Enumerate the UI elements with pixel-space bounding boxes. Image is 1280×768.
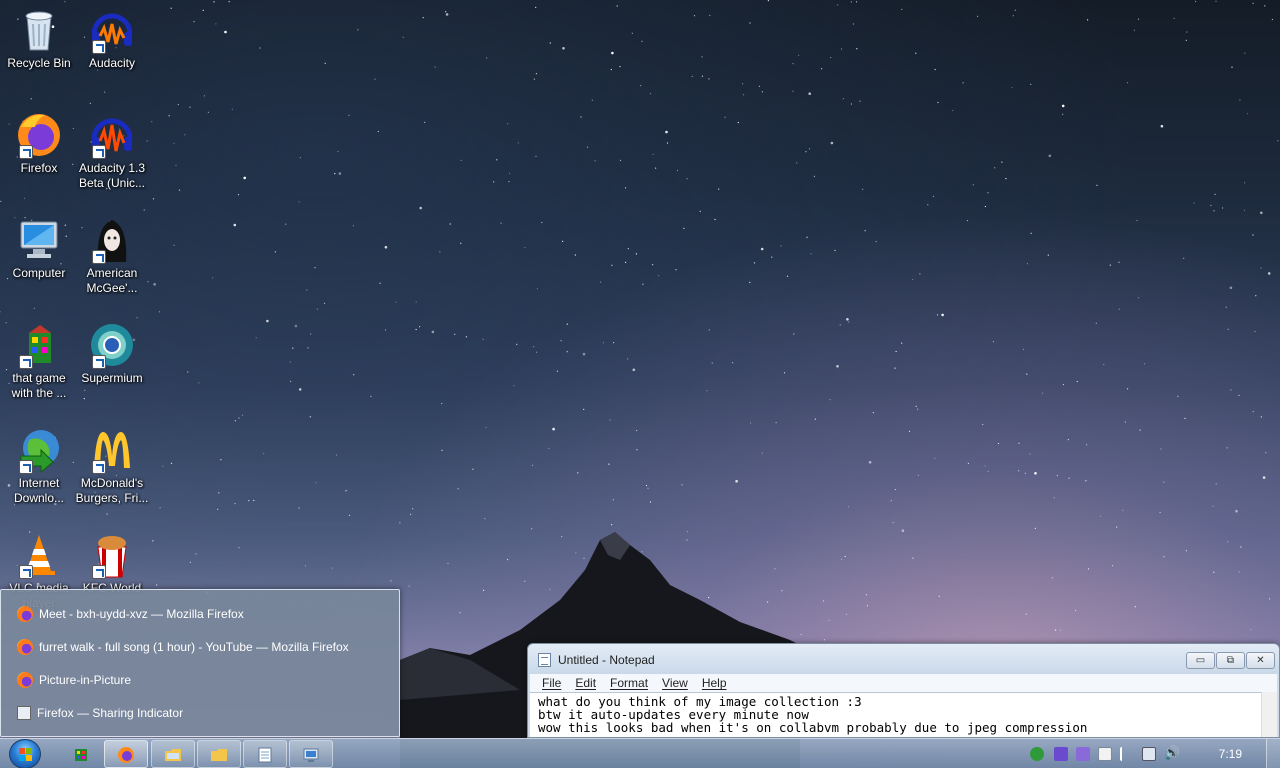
- desktop-icon-american-mcgee[interactable]: American McGee'...: [73, 216, 151, 296]
- desktop-icon-label: Audacity 1.3 Beta (Unic...: [78, 161, 146, 190]
- notepad-title-bar[interactable]: Untitled - Notepad ▭ ⧉ ✕: [528, 644, 1279, 674]
- firefox-icon: [17, 672, 33, 688]
- desktop-icon-mcdonalds[interactable]: McDonald's Burgers, Fri...: [73, 426, 151, 506]
- taskbar-button-folder[interactable]: [197, 740, 241, 768]
- network-icon[interactable]: [1142, 747, 1156, 761]
- menu-format[interactable]: Format: [610, 674, 648, 692]
- notepad-text-area[interactable]: what do you think of my image collection…: [530, 692, 1277, 737]
- supermium-icon: [88, 321, 136, 369]
- window-list-item-pip[interactable]: Picture-in-Picture: [17, 668, 387, 692]
- firefox-icon: [118, 747, 134, 763]
- taskbar-button-notepad[interactable]: [243, 740, 287, 768]
- window-list-item-label: Meet - bxh-uydd-xvz — Mozilla Firefox: [39, 607, 244, 621]
- desktop-icon-audacity-beta[interactable]: Audacity 1.3 Beta (Unic...: [73, 111, 151, 191]
- shortcut-arrow-icon: [19, 460, 33, 474]
- shortcut-arrow-icon: [92, 250, 106, 264]
- folder-icon: [165, 749, 181, 761]
- window-list-item-youtube[interactable]: furret walk - full song (1 hour) - YouTu…: [17, 635, 387, 659]
- notepad-icon: [258, 747, 272, 763]
- desktop-icon-label: Computer: [12, 266, 66, 280]
- desktop-icon-label: that game with the ...: [11, 371, 67, 400]
- volume-icon[interactable]: 🔊: [1164, 747, 1180, 761]
- shortcut-arrow-icon: [92, 460, 106, 474]
- menu-edit[interactable]: Edit: [575, 674, 596, 692]
- window-list-item-label: Picture-in-Picture: [39, 673, 132, 687]
- window-list-item-sharing-indicator[interactable]: Firefox — Sharing Indicator: [17, 701, 387, 725]
- menu-bar: File Edit Format View Help: [530, 674, 1277, 692]
- window-icon: [17, 706, 31, 720]
- window-title: Untitled - Notepad: [558, 653, 655, 667]
- menu-help[interactable]: Help: [702, 674, 727, 692]
- document-icon[interactable]: [1098, 747, 1112, 761]
- firefox-icon: [17, 639, 33, 655]
- close-button[interactable]: ✕: [1246, 652, 1275, 669]
- desktop-icon-audacity[interactable]: Audacity: [73, 6, 151, 71]
- desktop-icon-label: Audacity: [88, 56, 136, 70]
- desktop-icon-label: American McGee'...: [86, 266, 138, 295]
- audacity-icon: [88, 6, 136, 54]
- game-icon: [15, 321, 63, 369]
- maximize-button[interactable]: ⧉: [1216, 652, 1245, 669]
- desktop-icon-label: Internet Downlo...: [13, 476, 65, 505]
- desktop-icon-internet-download[interactable]: Internet Downlo...: [0, 426, 78, 506]
- taskbar-button-explorer[interactable]: [151, 740, 195, 768]
- microphone-icon[interactable]: [1054, 747, 1068, 761]
- desktop-icon-label: Firefox: [20, 161, 58, 175]
- shortcut-arrow-icon: [92, 145, 106, 159]
- firefox-icon: [17, 606, 33, 622]
- show-desktop-button[interactable]: [1266, 739, 1280, 768]
- desktop-icon-kfc[interactable]: KFC World: [73, 531, 151, 596]
- folder-icon: [211, 749, 227, 761]
- desktop-icon-label: Supermium: [81, 371, 143, 385]
- window-list-item-meet[interactable]: Meet - bxh-uydd-xvz — Mozilla Firefox: [17, 602, 387, 626]
- shortcut-arrow-icon: [19, 355, 33, 369]
- audacity-beta-icon: [88, 111, 136, 159]
- menu-file[interactable]: File: [542, 674, 561, 692]
- computer-icon: [15, 216, 63, 264]
- firefox-window-list-popup: Meet - bxh-uydd-xvz — Mozilla Firefox fu…: [0, 589, 400, 737]
- mcdonalds-icon: [88, 426, 136, 474]
- desktop-icon-supermium[interactable]: Supermium: [73, 321, 151, 386]
- american-mcgee-icon: [88, 216, 136, 264]
- shortcut-arrow-icon: [92, 565, 106, 579]
- firefox-icon: [15, 111, 63, 159]
- desktop-icon-label: McDonald's Burgers, Fri...: [75, 476, 149, 505]
- kfc-icon: [88, 531, 136, 579]
- internet-download-icon: [15, 426, 63, 474]
- shortcut-arrow-icon: [19, 145, 33, 159]
- system-tray: 🔊 7:19: [1020, 739, 1280, 768]
- screen-share-icon[interactable]: [1076, 747, 1090, 761]
- desktop-icon-firefox[interactable]: Firefox: [0, 111, 78, 176]
- remote-desktop-icon: [303, 748, 319, 762]
- flag-icon[interactable]: [1120, 747, 1134, 761]
- taskbar: 🔊 7:19: [0, 738, 1280, 768]
- vlc-icon: [15, 531, 63, 579]
- network-green-icon[interactable]: [1030, 747, 1044, 761]
- notepad-icon: [538, 653, 551, 667]
- clock[interactable]: 7:19: [1219, 747, 1242, 761]
- window-list-item-label: furret walk - full song (1 hour) - YouTu…: [39, 640, 349, 654]
- taskbar-button-remote-desktop[interactable]: [289, 740, 333, 768]
- windows-logo-icon: [9, 739, 41, 768]
- shortcut-arrow-icon: [19, 565, 33, 579]
- notepad-window: Untitled - Notepad ▭ ⧉ ✕ File Edit Forma…: [527, 643, 1280, 738]
- menu-view[interactable]: View: [662, 674, 688, 692]
- recycle-bin-icon: [15, 6, 63, 54]
- desktop-icon-computer[interactable]: Computer: [0, 216, 78, 281]
- minimize-button[interactable]: ▭: [1186, 652, 1215, 669]
- shortcut-arrow-icon: [92, 355, 106, 369]
- taskbar-button-game[interactable]: [60, 740, 104, 768]
- start-button[interactable]: [6, 739, 44, 768]
- window-list-item-label: Firefox — Sharing Indicator: [37, 706, 184, 720]
- shortcut-arrow-icon: [92, 40, 106, 54]
- vertical-scrollbar[interactable]: [1261, 692, 1277, 737]
- desktop-icon-game[interactable]: that game with the ...: [0, 321, 78, 401]
- desktop-icon-recycle-bin[interactable]: Recycle Bin: [0, 6, 78, 71]
- game-icon: [75, 749, 87, 761]
- desktop-icon-label: Recycle Bin: [7, 56, 71, 70]
- taskbar-button-firefox[interactable]: [104, 740, 148, 768]
